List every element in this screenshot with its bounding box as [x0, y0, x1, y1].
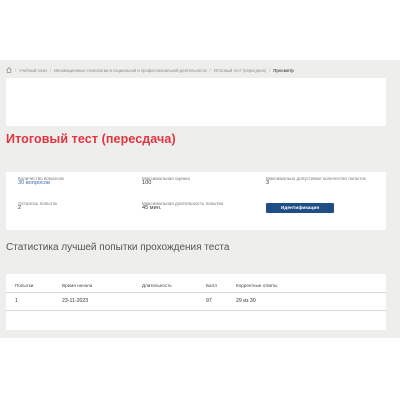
- identification-button[interactable]: Идентификация: [266, 203, 334, 213]
- remaining-label: Осталось попыток: [18, 201, 58, 206]
- questions-info: Количество вопросов 30 вопросов: [18, 176, 64, 187]
- max-attempts-info: Максимально допустимое количество попыто…: [266, 176, 376, 187]
- column-header-attempts: Попытки: [15, 283, 34, 288]
- cell-score: 97: [206, 298, 212, 304]
- breadcrumb-item-course[interactable]: Инновационные технологии в социальной и …: [54, 68, 206, 73]
- remaining-value: 2: [18, 205, 22, 212]
- top-card: [6, 78, 386, 126]
- home-icon[interactable]: [6, 67, 12, 73]
- max-duration-value: 45 мин.: [142, 205, 162, 212]
- max-duration-info: Максимальная длительность попытки 45 мин…: [142, 201, 223, 212]
- cell-start-time: 23-11-2023: [62, 298, 89, 304]
- column-header-score: Балл: [206, 283, 217, 288]
- column-header-duration: Длительность: [142, 283, 172, 288]
- max-score-value: 100: [142, 180, 152, 187]
- remaining-info: Осталось попыток 2: [18, 201, 57, 212]
- breadcrumb-item-current: Просмотр: [273, 67, 294, 73]
- max-attempts-label: Максимально допустимое количество попыто…: [266, 176, 366, 181]
- cell-attempt: 1: [15, 298, 18, 304]
- max-score-info: Максимальная оценка 100: [142, 176, 190, 187]
- questions-value: 30 вопросов: [18, 180, 50, 187]
- cell-correct: 29 из 30: [236, 298, 256, 304]
- breadcrumb-item-test[interactable]: Итоговый тест (пересдача): [214, 68, 266, 73]
- stats-title: Статистика лучшей попытки прохождения те…: [6, 242, 230, 253]
- breadcrumb: / Учебный план / Инновационные технологи…: [6, 66, 396, 74]
- max-attempts-value: 3: [266, 180, 270, 187]
- breadcrumb-item-plan[interactable]: Учебный план: [19, 68, 47, 73]
- column-header-correct: Корректные ответы: [236, 283, 278, 288]
- column-header-start-time: Время начала: [62, 283, 93, 288]
- breadcrumb-separator: /: [209, 67, 211, 73]
- breadcrumb-separator: /: [269, 67, 271, 73]
- breadcrumb-separator: /: [49, 67, 52, 73]
- page-title: Итоговый тест (пересдача): [6, 132, 176, 146]
- breadcrumb-separator: /: [15, 67, 17, 73]
- table-row-divider: [6, 310, 386, 311]
- table-header-divider: [6, 292, 386, 293]
